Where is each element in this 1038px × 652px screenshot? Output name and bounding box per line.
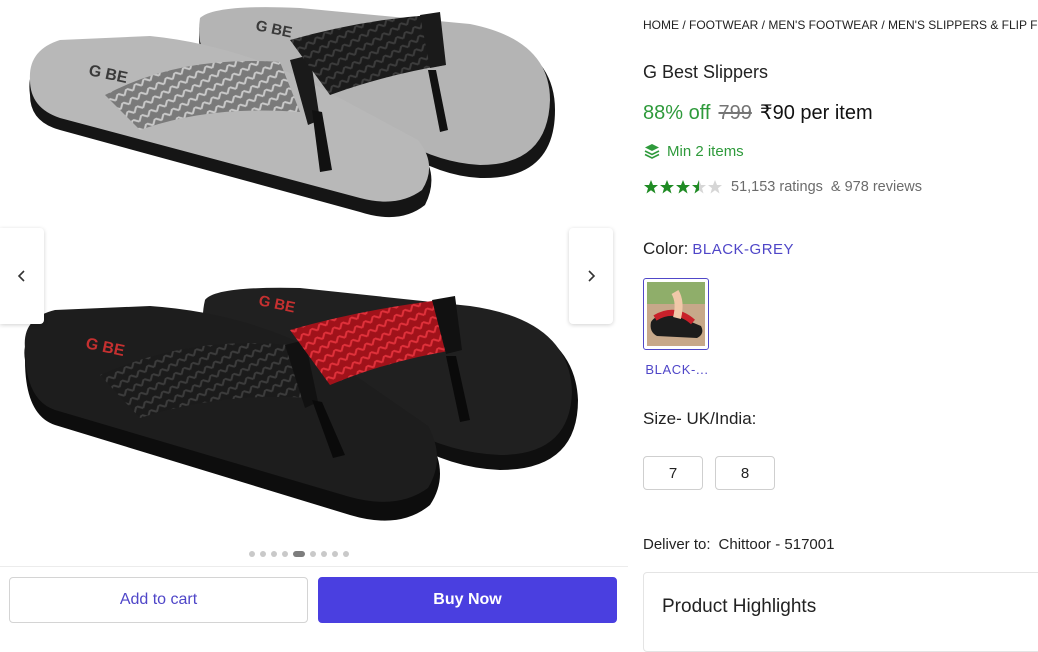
delivery-label: Deliver to: bbox=[643, 536, 711, 553]
swatch-thumbnail bbox=[647, 282, 705, 346]
breadcrumb: Home / Footwear / Men's Footwear / Men's… bbox=[643, 18, 1038, 32]
carousel-dot[interactable] bbox=[249, 551, 255, 557]
size-label: Size- UK/India: bbox=[643, 409, 757, 428]
star-rating bbox=[643, 179, 723, 195]
product-title: G Best Slippers bbox=[643, 62, 769, 82]
buy-now-button[interactable]: Buy Now bbox=[318, 577, 617, 623]
color-swatch-label: BLACK-... bbox=[645, 362, 709, 377]
star-icon bbox=[676, 180, 690, 194]
breadcrumb-item[interactable]: Home bbox=[643, 18, 679, 32]
carousel-dot[interactable] bbox=[260, 551, 266, 557]
color-label: Color: bbox=[643, 239, 689, 258]
discount-label: 88% off bbox=[643, 102, 711, 124]
action-bar: Add to cart Buy Now bbox=[0, 566, 628, 638]
color-swatch-black-grey[interactable] bbox=[643, 278, 709, 350]
star-icon bbox=[708, 180, 722, 194]
carousel-dot[interactable] bbox=[271, 551, 277, 557]
breadcrumb-separator: / bbox=[758, 18, 769, 32]
star-icon bbox=[644, 180, 658, 194]
color-selected-value: BLACK-GREY bbox=[692, 241, 795, 258]
delivery-location: Chittoor - 517001 bbox=[718, 536, 835, 553]
product-highlights-title: Product Highlights bbox=[662, 596, 817, 617]
star-icon bbox=[660, 180, 674, 194]
breadcrumb-separator: / bbox=[679, 18, 690, 32]
add-to-cart-button[interactable]: Add to cart bbox=[9, 577, 308, 623]
ratings-count[interactable]: 51,153 ratings bbox=[731, 179, 823, 195]
carousel-dot[interactable] bbox=[293, 551, 305, 557]
carousel-dot[interactable] bbox=[310, 551, 316, 557]
product-highlights-card: Product Highlights bbox=[643, 572, 1038, 652]
previous-image-button[interactable] bbox=[0, 228, 44, 324]
next-image-button[interactable] bbox=[569, 228, 613, 324]
carousel-dots bbox=[249, 551, 349, 557]
breadcrumb-item[interactable]: Men's Slippers & Flip Flops bbox=[888, 18, 1038, 32]
breadcrumb-separator: / bbox=[877, 18, 888, 32]
price-row: 88% off 799 ₹90 per item bbox=[643, 100, 873, 125]
color-row: Color: BLACK-GREY bbox=[643, 239, 794, 259]
carousel-dot[interactable] bbox=[343, 551, 349, 557]
carousel-dot[interactable] bbox=[332, 551, 338, 557]
delivery-row[interactable]: Deliver to: Chittoor - 517001 bbox=[643, 536, 834, 553]
breadcrumb-item[interactable]: Men's Footwear bbox=[768, 18, 878, 32]
product-photo: G BE G BE G BE G BE bbox=[0, 0, 628, 565]
chevron-right-icon bbox=[588, 270, 596, 282]
selling-price: ₹90 per item bbox=[759, 102, 873, 124]
size-option-7[interactable]: 7 bbox=[643, 456, 703, 490]
reviews-count[interactable]: & 978 reviews bbox=[831, 179, 922, 195]
stack-layers-icon bbox=[644, 144, 660, 159]
product-image-gallery[interactable]: G BE G BE G BE G BE bbox=[0, 0, 628, 565]
min-quantity-row: Min 2 items bbox=[643, 142, 744, 160]
carousel-dot[interactable] bbox=[282, 551, 288, 557]
size-option-8[interactable]: 8 bbox=[715, 456, 775, 490]
breadcrumb-item[interactable]: Footwear bbox=[689, 18, 758, 32]
star-icon bbox=[692, 180, 706, 194]
mrp-price: 799 bbox=[718, 102, 752, 124]
rating-row: 51,153 ratings & 978 reviews bbox=[643, 179, 922, 195]
product-info-panel: Home / Footwear / Men's Footwear / Men's… bbox=[643, 0, 1038, 652]
chevron-left-icon bbox=[17, 270, 25, 282]
min-quantity-text: Min 2 items bbox=[667, 142, 744, 160]
carousel-dot[interactable] bbox=[321, 551, 327, 557]
